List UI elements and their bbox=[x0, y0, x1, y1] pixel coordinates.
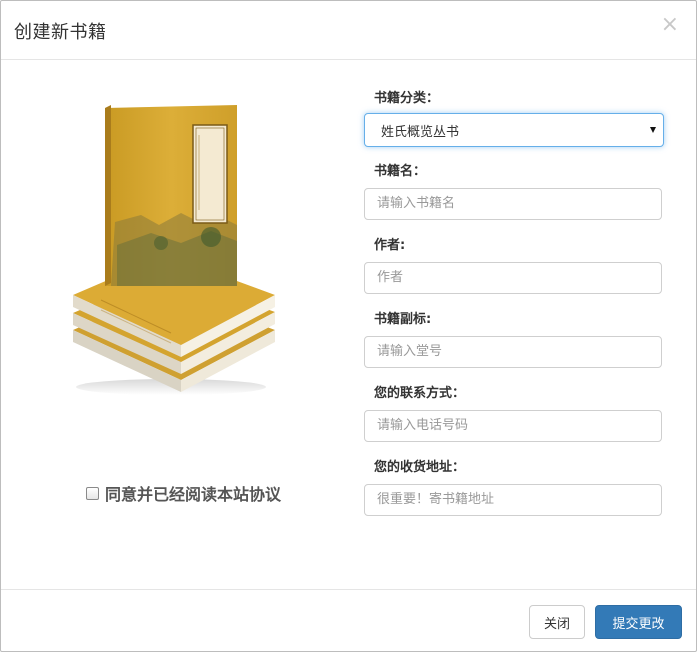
category-select[interactable]: 姓氏概览丛书 bbox=[364, 113, 664, 147]
agreement-checkbox[interactable] bbox=[86, 486, 99, 500]
address-label: 您的收货地址： bbox=[374, 460, 466, 475]
chevron-down-icon bbox=[650, 127, 656, 133]
category-label: 书籍分类： bbox=[374, 91, 440, 106]
standing-book bbox=[105, 105, 237, 286]
dialog-header: 创建新书籍 × bbox=[1, 1, 696, 60]
agreement-row[interactable]: 同意并已经阅读本站协议 bbox=[86, 481, 281, 505]
dialog-body: 同意并已经阅读本站协议 书籍分类： 姓氏概览丛书 书籍名： 作者: 书籍副标: … bbox=[1, 60, 696, 589]
book-name-input[interactable] bbox=[364, 188, 662, 220]
author-input[interactable] bbox=[364, 262, 662, 294]
dialog-footer: 关闭 提交更改 bbox=[1, 589, 696, 652]
contact-label: 您的联系方式： bbox=[374, 386, 466, 401]
dialog-title: 创建新书籍 bbox=[14, 22, 107, 43]
book-name-label: 书籍名： bbox=[374, 164, 427, 179]
close-button[interactable]: 关闭 bbox=[529, 605, 585, 639]
create-book-dialog: 创建新书籍 × 同意并已经阅读本站协议 书籍分类： 姓氏概览丛书 书籍名： 请输… bbox=[0, 0, 697, 652]
submit-button[interactable]: 提交更改 bbox=[595, 605, 682, 639]
author-label: 作者: bbox=[374, 238, 406, 253]
agreement-label: 同意并已经阅读本站协议 bbox=[105, 485, 282, 504]
contact-input[interactable] bbox=[364, 410, 662, 442]
book-stack-illustration bbox=[73, 105, 275, 395]
subtitle-input[interactable] bbox=[364, 336, 662, 368]
address-input[interactable] bbox=[364, 484, 662, 516]
subtitle-label: 书籍副标: bbox=[374, 312, 432, 327]
category-selected-value: 姓氏概览丛书 bbox=[381, 124, 460, 140]
close-icon[interactable]: × bbox=[661, 14, 679, 36]
